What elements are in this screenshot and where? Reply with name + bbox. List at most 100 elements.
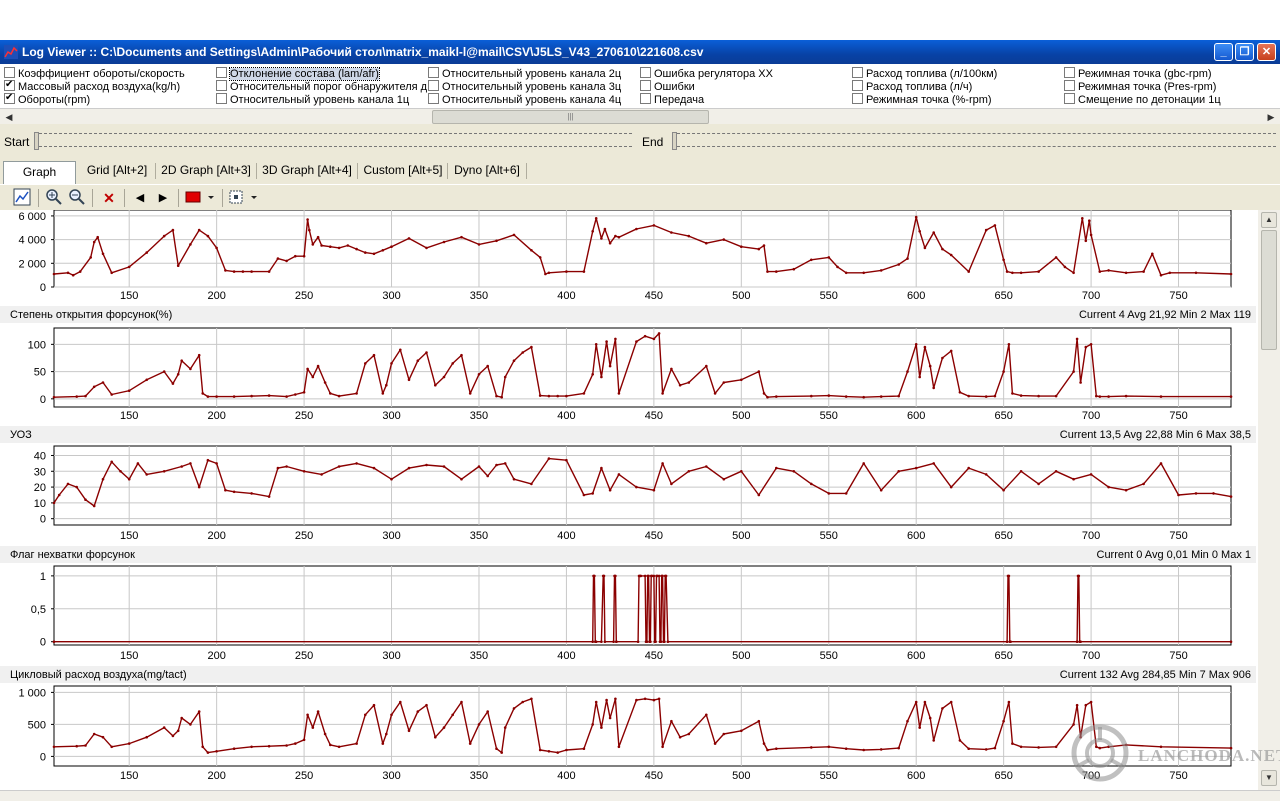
checkbox-box[interactable] <box>1064 80 1075 91</box>
param-checkbox[interactable]: Относительный уровень канала 2ц <box>428 67 621 80</box>
data-point <box>232 395 236 398</box>
param-checkbox[interactable]: Расход топлива (л/100км) <box>852 67 997 80</box>
param-checkbox[interactable]: Относительный порог обнаружителя д <box>216 80 427 93</box>
plot-area[interactable] <box>53 445 1232 526</box>
data-point <box>1002 488 1005 492</box>
param-checkbox[interactable]: Передача <box>640 93 704 106</box>
data-point <box>381 249 385 252</box>
scroll-up-arrow-icon[interactable]: ▲ <box>1261 212 1277 228</box>
tab-grid[interactable]: Grid [Alt+2] <box>82 160 152 182</box>
checkbox-box[interactable] <box>852 93 863 104</box>
scroll-thumb[interactable]: ||| <box>432 110 709 124</box>
param-checkbox[interactable]: Режимная точка (%-rpm) <box>852 93 992 106</box>
delete-icon[interactable]: ✕ <box>99 188 119 208</box>
data-point <box>372 252 376 256</box>
zoom-in-icon[interactable] <box>44 188 64 208</box>
data-point <box>608 488 612 492</box>
title-bar[interactable]: Log Viewer :: C:\Documents and Settings\… <box>0 40 1280 64</box>
zoom-out-icon[interactable] <box>67 188 87 208</box>
checkbox-box[interactable] <box>640 93 651 104</box>
plot-area[interactable] <box>53 210 1232 288</box>
data-point <box>862 395 865 399</box>
checkbox-box[interactable] <box>428 80 439 91</box>
maximize-button[interactable]: ❐ <box>1235 43 1254 61</box>
data-point <box>306 218 309 221</box>
close-button[interactable]: ✕ <box>1257 43 1276 61</box>
data-point <box>547 457 551 460</box>
scroll-left-arrow-icon[interactable]: ◀ <box>2 110 16 124</box>
checkbox-box[interactable] <box>428 67 439 78</box>
bottom-scrollbar[interactable] <box>0 790 1280 801</box>
tab-dyno[interactable]: Dyno [Alt+6] <box>450 160 524 182</box>
param-checkbox[interactable]: Расход топлива (л/ч) <box>852 80 972 93</box>
param-checkbox[interactable]: Относительный уровень канала 3ц <box>428 80 621 93</box>
param-checkbox[interactable]: Массовый расход воздуха(kg/h) <box>4 78 180 93</box>
checkbox-box[interactable] <box>216 80 227 91</box>
checkbox-box[interactable] <box>216 67 227 78</box>
param-checkbox[interactable]: Режимная точка (Pres-rpm) <box>1064 80 1216 93</box>
start-slider-handle[interactable] <box>34 132 39 150</box>
param-checkbox[interactable]: Ошибки <box>640 80 695 93</box>
param-checkbox[interactable]: Ошибка регулятора ХХ <box>640 67 773 80</box>
data-point <box>844 395 848 398</box>
data-point <box>958 391 962 394</box>
tab-2d-graph[interactable]: 2D Graph [Alt+3] <box>158 160 254 182</box>
param-checkbox[interactable]: Относительный уровень канала 1ц <box>216 93 409 106</box>
end-slider-handle[interactable] <box>672 132 677 150</box>
checkbox-box[interactable] <box>216 93 227 104</box>
tab-custom[interactable]: Custom [Alt+5] <box>360 160 446 182</box>
data-point <box>1098 270 1102 273</box>
minimize-button[interactable]: _ <box>1214 43 1233 61</box>
checkbox-box[interactable] <box>1064 93 1075 104</box>
checkbox-box[interactable] <box>852 80 863 91</box>
data-point <box>762 742 766 745</box>
window-title: Log Viewer :: C:\Documents and Settings\… <box>22 45 704 59</box>
x-tick-label: 650 <box>994 650 1012 662</box>
data-point <box>486 364 490 368</box>
params-horizontal-scrollbar[interactable]: ◀ ||| ▶ <box>0 108 1280 125</box>
data-point <box>617 473 621 476</box>
data-point <box>1019 394 1023 397</box>
chart-icon[interactable] <box>12 188 32 208</box>
chart-panel: УОЗ Current 13,5 Avg 22,88 Min 6 Max 38,5… <box>0 426 1256 542</box>
data-point <box>92 385 96 389</box>
x-tick-label: 500 <box>732 530 750 542</box>
start-slider-track[interactable] <box>34 133 632 147</box>
param-checkbox[interactable]: Смещение по детонации 1ц <box>1064 93 1221 106</box>
plot-area[interactable] <box>53 565 1232 646</box>
data-point <box>810 746 813 749</box>
data-point <box>1077 574 1081 578</box>
checkbox-box[interactable] <box>640 67 651 78</box>
checkbox-box[interactable] <box>4 78 15 91</box>
checkbox-box[interactable] <box>640 80 651 91</box>
prev-icon[interactable]: ◀ <box>130 188 150 208</box>
param-checkbox[interactable]: Отклонение состава (lam/afr) <box>216 67 380 81</box>
tab-3d-graph[interactable]: 3D Graph [Alt+4] <box>259 160 355 182</box>
param-checkbox[interactable]: Коэффициент обороты/скорость <box>4 67 185 80</box>
grid-select-icon[interactable] <box>228 188 260 208</box>
data-point <box>591 723 594 726</box>
param-checkbox[interactable]: Относительный уровень канала 4ц <box>428 93 621 106</box>
data-point <box>399 700 402 704</box>
data-point <box>468 742 472 745</box>
checkbox-box[interactable] <box>4 67 15 78</box>
tab-graph[interactable]: Graph [Alt+1] <box>3 161 76 200</box>
data-point <box>1212 492 1215 495</box>
next-icon[interactable]: ▶ <box>153 188 173 208</box>
end-slider-track[interactable] <box>672 133 1276 147</box>
checkbox-box[interactable] <box>852 67 863 78</box>
checkbox-box[interactable] <box>1064 67 1075 78</box>
charts-vertical-scrollbar[interactable]: ▲ ▼ <box>1258 210 1280 790</box>
vertical-scroll-thumb[interactable] <box>1261 230 1277 350</box>
checkbox-box[interactable] <box>428 93 439 104</box>
param-checkbox[interactable]: Режимная точка (gbc-rpm) <box>1064 67 1212 80</box>
scroll-right-arrow-icon[interactable]: ▶ <box>1264 110 1278 124</box>
param-checkbox[interactable]: Обороты(rpm) <box>4 91 90 106</box>
color-icon[interactable] <box>185 188 217 208</box>
checkbox-box[interactable] <box>4 91 15 104</box>
plot-area[interactable] <box>53 327 1232 408</box>
data-point <box>434 383 437 387</box>
plot-area[interactable] <box>53 685 1232 767</box>
x-tick-label: 200 <box>207 410 225 422</box>
data-point <box>652 337 656 341</box>
